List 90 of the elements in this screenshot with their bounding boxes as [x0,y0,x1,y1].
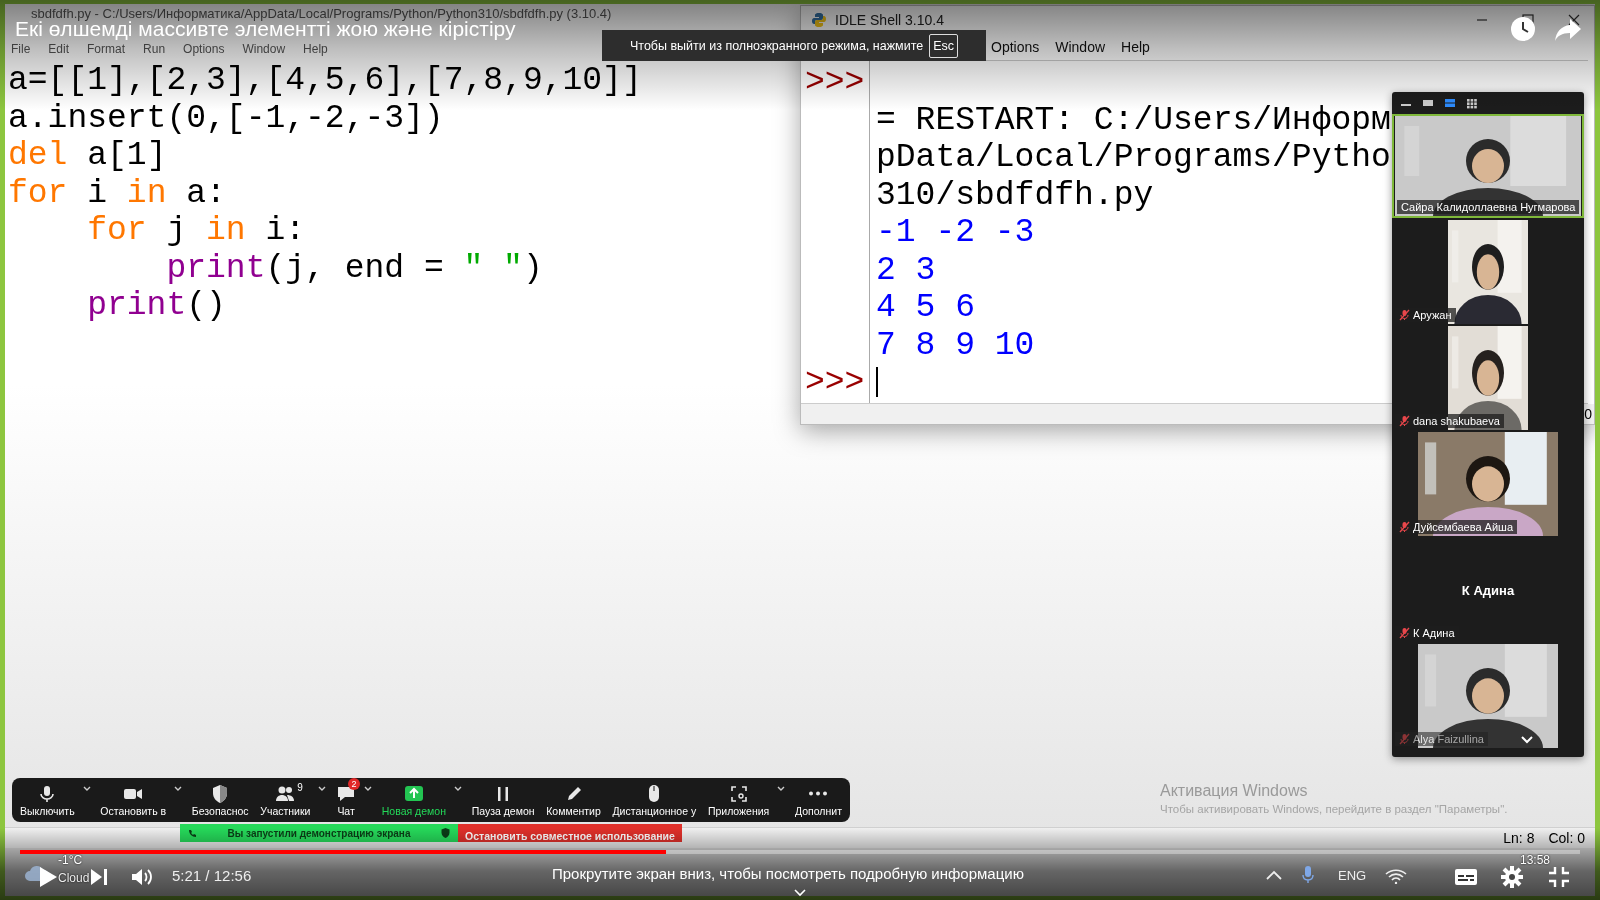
toolbar-button[interactable]: Комментир [544,781,603,819]
more-icon [808,790,829,796]
prompt-text: >>> [804,71,865,95]
code-line: for i in a: [8,174,226,212]
caret-icon[interactable] [777,785,786,792]
weather-text: Cloud [58,871,90,885]
clock-icon[interactable] [1510,16,1536,42]
chevron-up-icon[interactable] [1266,870,1282,880]
banner-text: Вы запустили демонстрацию экрана [226,827,412,839]
watermark-title: Активация Windows [1160,782,1308,800]
play-icon[interactable] [38,866,58,888]
subtitles-icon[interactable] [1454,868,1478,886]
menu-item[interactable]: Format [87,42,126,56]
participant-name: К Адина [1461,582,1515,598]
phone-icon [188,828,197,838]
caret-icon[interactable] [174,785,183,792]
code-line: for j in i: [86,212,306,250]
code-line: print() [86,287,226,325]
caret-icon[interactable] [364,785,373,792]
scroll-hint: Прокрутите экран вниз, чтобы посмотреть подробную информацию [552,865,1024,882]
menu-item[interactable]: Window [242,42,286,56]
toolbar-button[interactable]: Участники 9 [258,781,313,819]
toolbar-button[interactable]: Приложения [705,781,772,819]
menu-item[interactable]: Help [303,42,328,56]
text-cursor[interactable] [876,367,878,398]
menu-item[interactable]: Edit [48,42,70,56]
participant-name: Аружан [1413,309,1452,321]
watermark-text: Чтобы активировать Windows, перейдите в раздел "Параметры". [1160,803,1508,815]
toolbar-button[interactable]: Дистанционное у [610,781,699,819]
toolbar-button[interactable]: Остановить в [98,781,169,819]
share-screen-icon [403,783,424,803]
volume-icon[interactable] [131,867,153,887]
caret-icon[interactable] [453,785,462,792]
exit-fullscreen-icon[interactable] [1548,866,1570,888]
menu-item[interactable]: Options [183,42,225,56]
toolbar-button[interactable]: Дополнит [793,781,844,819]
wifi-icon[interactable] [1385,868,1407,884]
menu-item[interactable]: Help [1121,39,1150,55]
code-line: del a[1] [8,137,167,175]
stop-share-button[interactable]: Остановить совместное использование [458,824,682,842]
weather-temperature: -1°C [58,853,83,867]
caret-icon[interactable] [82,785,91,792]
output-line: 2 3 [876,251,936,289]
participant-name: dana shakubaeva [1413,415,1500,427]
participant-name: Сайра Калидоллаевна Нугмарова [1401,201,1576,213]
share-arrow-icon[interactable] [1554,18,1582,42]
output-line: -1 -2 -3 [876,214,1035,251]
output-line: 7 8 9 10 [876,326,1035,364]
next-icon[interactable] [90,868,108,886]
settings-icon[interactable] [1501,866,1523,888]
menu-item[interactable]: File [11,42,31,56]
maximize-icon[interactable] [1522,14,1534,26]
menu-item[interactable]: Options [991,39,1040,55]
menu-item[interactable]: Run [143,42,166,56]
status-text: 0 [1584,406,1592,422]
participant-name: К Адина [1413,627,1455,639]
prompt-text: >>> [804,371,865,395]
code-line: a=[[1],[2,3],[4,5,6],[7,8,9,10]] [8,62,642,100]
participant-count: 9 [297,781,303,793]
status-text: Col: 0 [1548,830,1585,846]
toolbar-button[interactable]: Выключить [18,781,77,819]
chevron-down-icon [794,889,806,897]
output-line: 4 5 6 [876,289,976,326]
menu-item[interactable]: Window [1055,39,1106,55]
code-line: print(j, end = " ") [165,249,543,287]
time-display: 5:21 / 12:56 [172,867,252,884]
chevron-down-icon[interactable] [1520,735,1534,744]
output-line: = RESTART: C:/Users/Информ [876,101,1391,139]
strip-view-icon[interactable] [1444,97,1456,109]
window-title: IDLE Shell 3.10.4 [835,12,944,28]
python-icon [811,12,827,28]
toolbar-button[interactable]: Новая демон [379,781,448,819]
single-view-icon[interactable] [1422,97,1434,109]
toolbar-button[interactable]: Безопаснос [189,781,251,819]
close-icon[interactable] [1568,14,1580,26]
language-indicator[interactable]: ENG [1338,868,1367,883]
apps-icon [728,783,749,803]
microphone-icon[interactable] [1302,866,1314,884]
shield-icon [441,828,450,838]
participant-name: Дуйсембаева Айша [1413,521,1513,533]
toolbar-button[interactable]: Пауза демон [469,781,537,819]
status-text: Ln: 8 [1503,830,1535,846]
output-line: pData/Local/Programs/Pytho [876,139,1391,176]
output-line: 310/sbdfdfh.py [876,176,1154,214]
caret-icon[interactable] [318,785,327,792]
toast-text: Чтобы выйти из полноэкранного режима, нажмите [629,38,924,53]
esc-key: Esc [929,33,958,58]
code-line: a.insert(0,[-1,-2,-3]) [8,99,444,137]
grid-view-icon[interactable] [1466,97,1478,109]
clock-time: 13:58 [1520,853,1551,867]
